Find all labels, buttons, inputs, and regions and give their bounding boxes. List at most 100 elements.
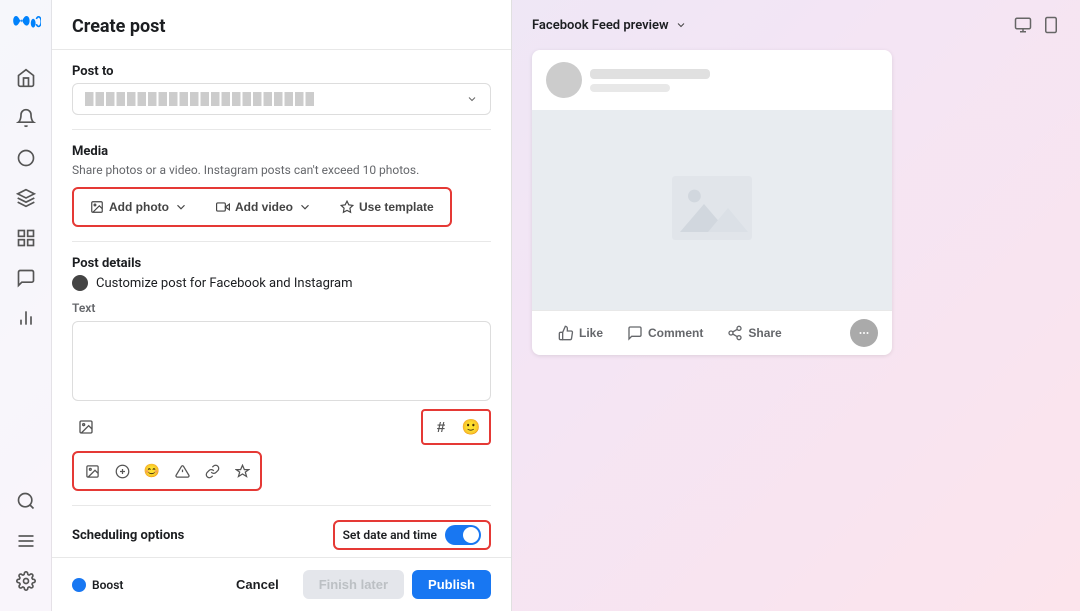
media-section: Media Share photos or a video. Instagram… [72,130,491,242]
like-button[interactable]: Like [546,319,615,347]
date-time-toggle[interactable] [445,525,481,545]
preview-card: Like Comment Share [532,50,892,355]
textarea-left-icon [72,413,100,441]
media-label: Media [72,144,491,159]
tool-link-button[interactable] [198,457,226,485]
share-icon [727,325,743,341]
sidebar-item-settings[interactable] [8,563,44,599]
preview-chevron-icon [675,19,687,31]
post-to-dropdown[interactable]: ██████████████████████ [72,83,491,115]
sparkle-icon [235,464,250,479]
share-label: Share [748,326,781,340]
sidebar-bottom [8,483,44,599]
image-insert-button[interactable] [72,413,100,441]
use-template-button[interactable]: Use template [330,195,444,219]
boost-label: Boost [92,578,123,592]
tag-icon [115,464,130,479]
scheduling-title: Scheduling options [72,528,184,543]
form-footer: Boost Cancel Finish later Publish [52,557,511,611]
preview-image-placeholder [672,168,752,252]
post-to-section: Post to ██████████████████████ [72,50,491,130]
like-icon [558,325,574,341]
preview-image [532,110,892,310]
add-photo-button[interactable]: Add photo [80,195,198,219]
boost-dot [72,578,86,592]
add-video-label: Add video [235,200,293,214]
preview-actions-bar: Like Comment Share [532,310,892,355]
post-to-value: ██████████████████████ [85,92,466,106]
photo-icon [90,200,104,214]
customize-toggle[interactable] [72,275,88,291]
preview-header: Facebook Feed preview [532,16,1060,34]
media-sublabel: Share photos or a video. Instagram posts… [72,163,491,177]
desktop-icon[interactable] [1014,16,1032,34]
post-text-area[interactable] [72,321,491,401]
use-template-label: Use template [359,200,434,214]
preview-device-actions [1014,16,1060,34]
create-post-panel: Create post Post to ████████████████████… [52,0,512,611]
preview-username-placeholder [590,69,710,79]
footer-actions: Cancel Finish later Publish [220,570,491,599]
hashtag-button[interactable]: # [427,413,455,441]
chevron-down-icon [466,93,478,105]
tool-warning-button[interactable] [168,457,196,485]
template-icon [340,200,354,214]
preview-card-header [532,50,892,110]
tool-image-button[interactable] [78,457,106,485]
text-area-label: Text [72,301,491,315]
cancel-button[interactable]: Cancel [220,570,295,599]
customize-text: Customize post for Facebook and Instagra… [96,276,353,291]
set-date-label: Set date and time [343,528,437,542]
publish-button[interactable]: Publish [412,570,491,599]
add-photo-chevron-icon [174,200,188,214]
preview-user-button[interactable] [850,319,878,347]
sidebar-item-layers[interactable] [8,180,44,216]
scheduling-header: Scheduling options Set date and time [72,520,491,550]
tool-image-icon [85,464,100,479]
add-video-chevron-icon [298,200,312,214]
form-body: Post to ██████████████████████ Media Sha… [52,50,511,557]
warning-icon [175,464,190,479]
comment-label: Comment [648,326,703,340]
sidebar-item-grid[interactable] [8,220,44,256]
sidebar-item-chart[interactable] [8,300,44,336]
preview-meta-placeholder [590,84,670,92]
sidebar-item-chat[interactable] [8,260,44,296]
textarea-toolbar: # 🙂 [72,409,491,445]
create-post-title: Create post [72,16,491,37]
scheduling-section: Scheduling options Set date and time Sch… [72,506,491,557]
share-button[interactable]: Share [715,319,793,347]
tool-smiley-button[interactable]: 😊 [138,457,166,485]
preview-avatar [546,62,582,98]
add-photo-label: Add photo [109,200,169,214]
finish-later-button[interactable]: Finish later [303,570,404,599]
post-details-section: Post details Customize post for Facebook… [72,242,491,506]
emoji-button[interactable]: 🙂 [457,413,485,441]
sidebar-item-list[interactable] [8,523,44,559]
like-label: Like [579,326,603,340]
meta-logo [10,12,42,44]
mobile-icon[interactable] [1042,16,1060,34]
boost-row: Boost [72,578,123,592]
main-content: Create post Post to ████████████████████… [52,0,1080,611]
comment-button[interactable]: Comment [615,319,715,347]
sidebar-item-home[interactable] [8,60,44,96]
link-icon [205,464,220,479]
comment-icon [627,325,643,341]
media-buttons-group: Add photo Add video Use template [72,187,452,227]
set-date-time-group: Set date and time [333,520,491,550]
sidebar-item-search[interactable] [8,483,44,519]
tool-sparkle-button[interactable] [228,457,256,485]
tool-tag-button[interactable] [108,457,136,485]
preview-title: Facebook Feed preview [532,18,669,33]
sidebar-item-bell[interactable] [8,100,44,136]
add-video-button[interactable]: Add video [206,195,322,219]
image-icon [78,419,94,435]
preview-panel: Facebook Feed preview [512,0,1080,611]
customize-row: Customize post for Facebook and Instagra… [72,275,491,291]
sidebar-item-circle[interactable] [8,140,44,176]
sidebar [0,0,52,611]
preview-title-row: Facebook Feed preview [532,18,687,33]
create-post-header: Create post [52,0,511,50]
tool-row: 😊 [72,451,262,491]
